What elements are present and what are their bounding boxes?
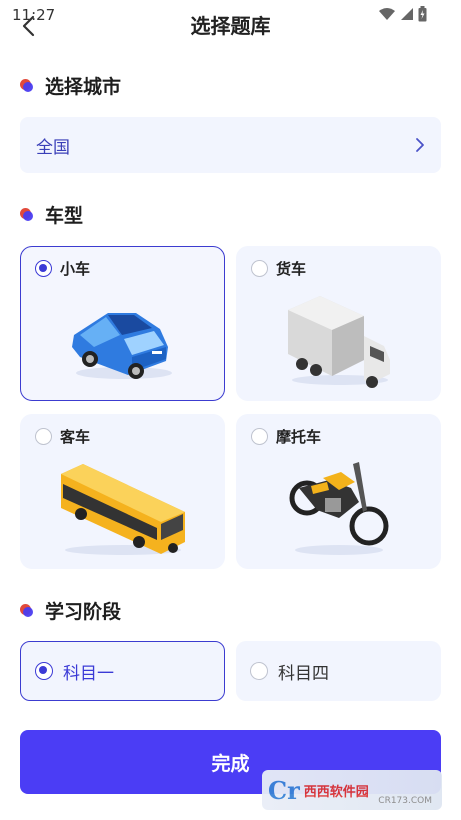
radio-unselected-icon [251,260,268,277]
vehicle-card-bus[interactable]: 客车 [20,414,225,569]
vehicle-card-car[interactable]: 小车 [20,246,225,401]
section-title-vehicle-label: 车型 [45,205,84,227]
chevron-right-icon [416,138,424,152]
section-title-vehicle: 车型 [20,201,83,228]
stage-label: 科目四 [278,663,329,684]
vehicle-name: 货车 [276,260,307,278]
motorcycle-image [237,455,440,560]
section-dot-icon [20,604,33,617]
vehicle-card-car-label: 小车 [35,258,90,279]
section-dot-icon [20,79,33,92]
radio-unselected-icon [35,428,52,445]
radio-unselected-icon [250,662,268,680]
vehicle-name: 小车 [60,260,91,278]
section-title-city-label: 选择城市 [45,76,122,98]
stage-option-subject-one[interactable]: 科目一 [20,641,225,701]
vehicle-name: 客车 [60,428,91,446]
truck-image [237,287,440,392]
watermark-brand: 西西软件园 [303,784,369,800]
radio-selected-icon [35,260,52,277]
vehicle-card-motorcycle-label: 摩托车 [251,426,321,447]
radio-selected-icon [35,662,53,680]
vehicle-card-bus-label: 客车 [35,426,90,447]
bus-image [21,455,224,560]
vehicle-card-motorcycle[interactable]: 摩托车 [236,414,441,569]
vehicle-name: 摩托车 [276,428,322,446]
stage-option-subject-four[interactable]: 科目四 [236,641,441,701]
car-image [21,287,224,392]
page-title: 选择题库 [190,14,271,38]
city-value: 全国 [36,137,70,158]
watermark-c-icon: Cr [268,775,300,805]
section-dot-icon [20,208,33,221]
section-title-city: 选择城市 [20,72,121,99]
section-title-stage: 学习阶段 [20,597,121,624]
vehicle-card-truck[interactable]: 货车 [236,246,441,401]
watermark-logo: Cr 西西软件园 CR173.COM [262,770,442,810]
watermark-site: CR173.COM [378,796,432,806]
vehicle-card-truck-label: 货车 [251,258,306,279]
stage-label: 科目一 [63,663,114,684]
city-selector[interactable]: 全国 [20,117,441,173]
radio-unselected-icon [251,428,268,445]
section-title-stage-label: 学习阶段 [45,601,122,623]
